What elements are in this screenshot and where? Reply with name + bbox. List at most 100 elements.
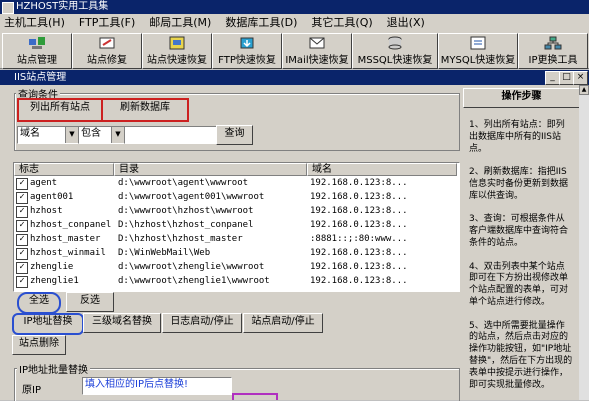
menu-exit[interactable]: 退出(X)	[383, 14, 435, 31]
column-header-directory[interactable]: 目录	[114, 163, 307, 176]
table-row[interactable]: ✓ hzhost_conpanel D:\hzhost\hzhost_conpa…	[14, 219, 457, 232]
row-domain: 192.168.0.123:8...	[310, 192, 408, 202]
log-toggle-button[interactable]: 日志启动/停止	[162, 313, 242, 333]
checkbox-checked-icon[interactable]: ✓	[16, 206, 28, 218]
site-list[interactable]: 标志 目录 域名 ✓ agent d:\wwwroot\agent\wwwroo…	[13, 162, 460, 292]
mysql-quick-restore-button[interactable]: MYSQL快速恢复	[438, 33, 518, 69]
checkbox-checked-icon[interactable]: ✓	[16, 262, 28, 274]
checkbox-checked-icon[interactable]: ✓	[16, 248, 28, 260]
window-title: IIS站点管理	[14, 72, 67, 83]
toolbar-label: 站点修复	[87, 55, 127, 66]
site-delete-button[interactable]: 站点删除	[12, 335, 66, 355]
menu-host[interactable]: 主机工具(H)	[0, 14, 75, 31]
invert-selection-button[interactable]: 反选	[66, 292, 114, 312]
help-panel: 操作步骤 1、列出所有站点：即列出数据库中所有的IIS站点。 2、刷新数据库：指…	[463, 88, 580, 400]
column-header-flag[interactable]: 标志	[14, 163, 114, 176]
table-row[interactable]: ✓ hzhost_winmail D:\WinWebMail\Web 192.1…	[14, 247, 457, 260]
menu-bar: 主机工具(H) FTP工具(F) 邮局工具(M) 数据库工具(D) 其它工具(Q…	[0, 14, 589, 31]
query-button[interactable]: 查询	[216, 125, 253, 145]
row-directory: D:\hzhost\hzhost_master	[118, 234, 243, 244]
row-directory: D:\hzhost\hzhost_conpanel	[118, 220, 254, 230]
sites-icon	[29, 37, 45, 49]
row-domain: 192.168.0.123:8...	[310, 178, 408, 188]
row-domain: 192.168.0.123:8...	[310, 220, 408, 230]
original-ip-input[interactable]: 填入相应的IP后点替换!	[82, 377, 232, 395]
row-name: hzhost_winmail	[30, 248, 106, 258]
ftp-quick-restore-button[interactable]: FTP快速恢复	[212, 33, 282, 69]
original-ip-label: 原IP	[22, 385, 41, 396]
field-select-value: 域名	[20, 128, 40, 139]
row-name: agent001	[30, 192, 74, 202]
table-row[interactable]: ✓ agent001 d:\wwwroot\agent001\wwwroot 1…	[14, 191, 457, 204]
original-ip-hint: 填入相应的IP后点替换!	[85, 379, 188, 390]
checkbox-checked-icon[interactable]: ✓	[16, 276, 28, 288]
row-name: hzhost_conpanel	[30, 220, 112, 230]
select-all-button[interactable]: 全选	[17, 292, 61, 314]
mssql-quick-restore-button[interactable]: MSSQL快速恢复	[352, 33, 438, 69]
imail-quick-restore-button[interactable]: IMail快速恢复	[282, 33, 352, 69]
checkbox-checked-icon[interactable]: ✓	[16, 178, 28, 190]
field-select[interactable]: 域名 ▼	[17, 126, 79, 144]
site-toggle-button[interactable]: 站点启动/停止	[243, 313, 323, 333]
row-directory: d:\wwwroot\hzhost\wwwroot	[118, 206, 254, 216]
checkbox-checked-icon[interactable]: ✓	[16, 220, 28, 232]
query-value-input[interactable]	[124, 126, 218, 144]
list-all-sites-button[interactable]: 列出所有站点	[17, 98, 103, 122]
toolbar-label: IMail快速恢复	[285, 55, 349, 66]
scroll-up-icon[interactable]: ▲	[579, 85, 589, 95]
menu-other[interactable]: 其它工具(Q)	[307, 14, 382, 31]
menu-database[interactable]: 数据库工具(D)	[221, 14, 307, 31]
window-titlebar: IIS站点管理 _ □ ×	[0, 70, 589, 85]
site-manage-button[interactable]: 站点管理	[2, 33, 72, 69]
mail-icon	[309, 37, 325, 49]
checkbox-checked-icon[interactable]: ✓	[16, 192, 28, 204]
table-row[interactable]: ✓ zhenglie1 d:\wwwroot\zhenglie1\wwwroot…	[14, 275, 457, 288]
close-icon[interactable]: ×	[573, 71, 588, 85]
chevron-down-icon: ▼	[111, 127, 124, 143]
ip-replace-button[interactable]: IP地址替换	[12, 313, 84, 335]
table-row[interactable]: ✓ agent d:\wwwroot\agent\wwwroot 192.168…	[14, 177, 457, 190]
help-steps-text: 1、列出所有站点：即列出数据库中所有的IIS站点。 2、刷新数据库：指把IIS信…	[469, 120, 573, 390]
toolbar-label: 站点管理	[17, 55, 57, 66]
operator-select[interactable]: 包含 ▼	[78, 126, 125, 144]
batch-ip-group-label: IP地址批量替换	[17, 361, 90, 376]
row-directory: D:\WinWebMail\Web	[118, 248, 211, 258]
mysql-icon	[470, 36, 486, 50]
menu-mail[interactable]: 邮局工具(M)	[145, 14, 221, 31]
app-titlebar: HZHOST实用工具集	[0, 0, 589, 14]
chevron-down-icon: ▼	[65, 127, 78, 143]
app-title: HZHOST实用工具集	[16, 1, 109, 12]
row-name: hzhost_master	[30, 234, 101, 244]
mssql-icon	[388, 36, 402, 50]
row-domain: 192.168.0.123:8...	[310, 206, 408, 216]
row-name: agent	[30, 178, 58, 188]
restore-icon	[169, 36, 185, 50]
network-icon	[544, 36, 562, 50]
row-directory: d:\wwwroot\agent\wwwroot	[118, 178, 249, 188]
table-row[interactable]: ✓ hzhost_master D:\hzhost\hzhost_master …	[14, 233, 457, 246]
menu-ftp[interactable]: FTP工具(F)	[75, 14, 145, 31]
toolbar-label: FTP快速恢复	[218, 55, 276, 66]
scrollbar[interactable]: ▲	[579, 85, 589, 400]
app-icon	[2, 2, 14, 14]
column-header-domain[interactable]: 域名	[307, 163, 457, 176]
row-name: zhenglie1	[30, 276, 79, 286]
table-row[interactable]: ✓ hzhost d:\wwwroot\hzhost\wwwroot 192.1…	[14, 205, 457, 218]
subdomain-replace-button[interactable]: 三级域名替换	[83, 313, 161, 333]
checkbox-checked-icon[interactable]: ✓	[16, 234, 28, 246]
toolbar-label: MSSQL快速恢复	[357, 55, 433, 66]
row-directory: d:\wwwroot\agent001\wwwroot	[118, 192, 265, 202]
minimize-icon[interactable]: _	[545, 71, 560, 85]
refresh-database-button[interactable]: 刷新数据库	[101, 98, 189, 122]
ip-change-tool-button[interactable]: IP更换工具	[518, 33, 588, 69]
toolbar-label: MYSQL快速恢复	[440, 55, 516, 66]
help-title: 操作步骤	[463, 88, 580, 108]
maximize-icon[interactable]: □	[559, 71, 574, 85]
table-row[interactable]: ✓ zhenglie d:\wwwroot\zhenglie\wwwroot 1…	[14, 261, 457, 274]
toolbar-label: 站点快速恢复	[147, 55, 207, 66]
highlight-box	[232, 393, 278, 400]
site-quick-restore-button[interactable]: 站点快速恢复	[142, 33, 212, 69]
ftp-icon	[240, 37, 254, 49]
row-directory: d:\wwwroot\zhenglie1\wwwroot	[118, 276, 270, 286]
site-repair-button[interactable]: 站点修复	[72, 33, 142, 69]
